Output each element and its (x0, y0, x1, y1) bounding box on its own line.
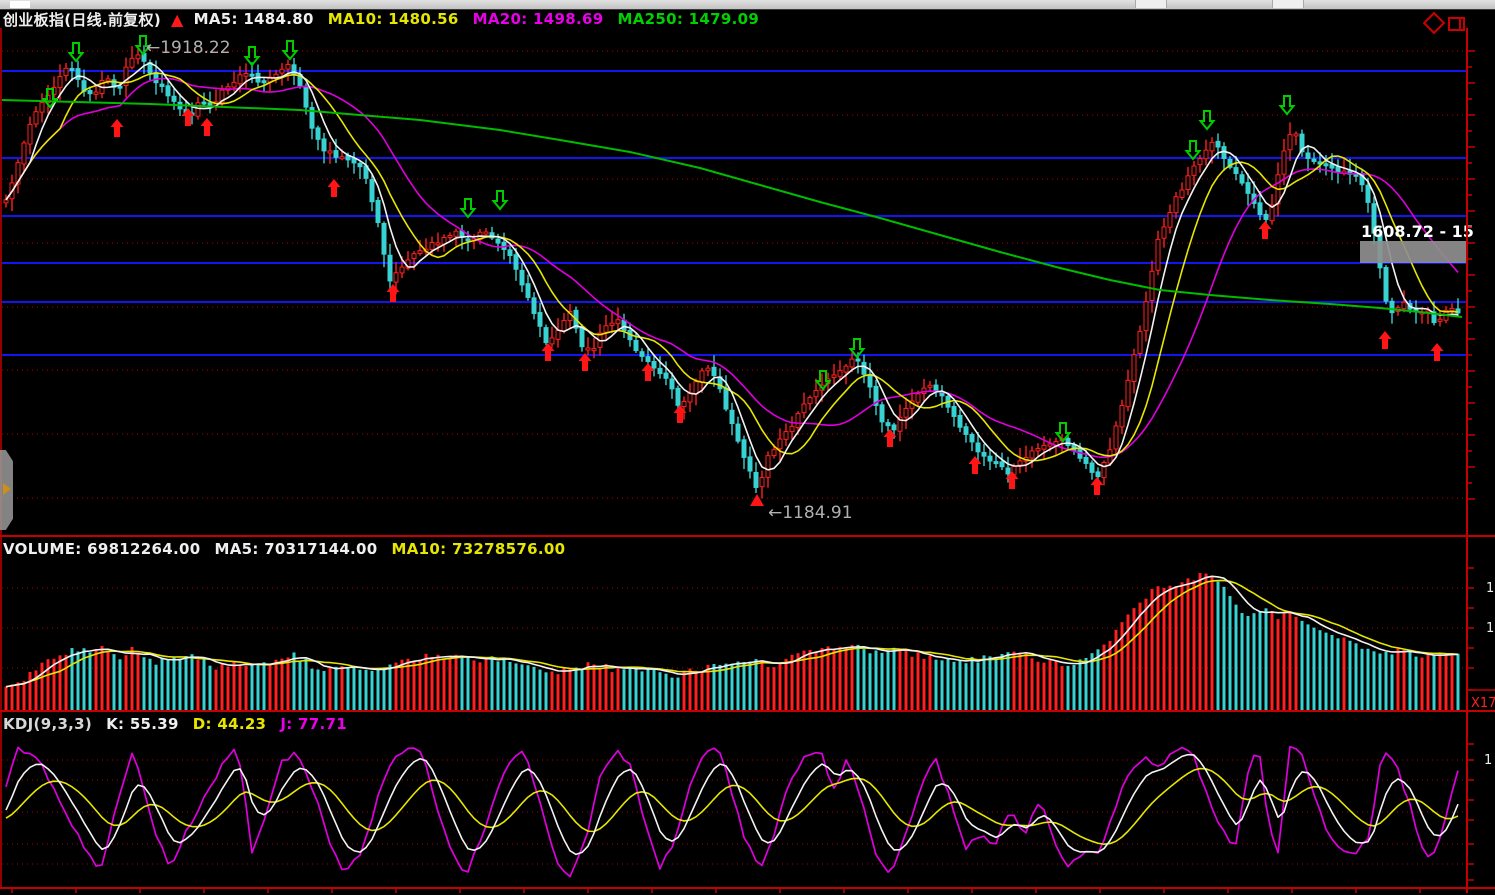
buy-arrow-icon (201, 118, 214, 136)
ma250-value: MA250: 1479.09 (617, 10, 759, 28)
buy-arrow-icon (1259, 221, 1272, 239)
buy-arrow-icon (969, 456, 982, 474)
chart-application-window: 创业板指(日线.前复权) ▲ MA5: 1484.80 MA10: 1480.5… (0, 0, 1495, 895)
main-chart-header: 创业板指(日线.前复权) ▲ MA5: 1484.80 MA10: 1480.5… (3, 9, 759, 29)
price-annotations: ←1918.22 ←1184.91 1608.72 - 15 (146, 38, 1474, 523)
sell-arrow-icon (494, 191, 507, 209)
volume-pane-header: VOLUME: 69812264.00 MA5: 70317144.00 MA1… (3, 539, 565, 559)
split-window-icon[interactable] (1448, 17, 1465, 31)
trade-signal-arrows (44, 36, 1444, 495)
buy-arrow-icon (387, 284, 400, 302)
chart-canvas[interactable]: ←1918.22 ←1184.91 1608.72 - 15 X17 1 1 1 (0, 0, 1495, 895)
up-arrow-icon: ▲ (171, 10, 184, 29)
sell-arrow-icon (1187, 141, 1200, 159)
sell-arrow-icon (284, 41, 297, 59)
svg-text:1: 1 (1484, 753, 1492, 768)
kdj-pane-header: KDJ(9,3,3) K: 55.39 D: 44.23 J: 77.71 (3, 714, 347, 734)
ma20-value: MA20: 1498.69 (473, 10, 604, 28)
svg-text:←1184.91: ←1184.91 (768, 503, 853, 523)
svg-text:1: 1 (1486, 581, 1494, 596)
buy-arrow-icon (328, 179, 341, 197)
sell-arrow-icon (1201, 111, 1214, 129)
buy-arrow-icon (1431, 343, 1444, 361)
svg-text:1: 1 (1486, 621, 1494, 636)
volume-ma10-value: MA10: 73278576.00 (392, 540, 566, 558)
buy-arrow-icon (1379, 331, 1392, 349)
buy-arrow-icon (111, 119, 124, 137)
kdj-j-value: J: 77.71 (280, 715, 347, 733)
collapsed-sidebar-tab[interactable] (0, 450, 13, 530)
volume-series (5, 573, 1460, 710)
sell-arrow-icon (462, 199, 475, 217)
kdj-k-value: K: 55.39 (106, 715, 179, 733)
svg-text:←1918.22: ←1918.22 (146, 38, 231, 58)
ma5-value: MA5: 1484.80 (194, 10, 314, 28)
ma10-value: MA10: 1480.56 (328, 10, 459, 28)
kdj-indicator-name[interactable]: KDJ(9,3,3) (3, 715, 92, 733)
expand-arrow-icon (3, 483, 11, 495)
svg-text:1608.72 - 15: 1608.72 - 15 (1361, 222, 1474, 241)
symbol-title[interactable]: 创业板指(日线.前复权) (3, 9, 161, 30)
sell-arrow-icon (1281, 96, 1294, 114)
kdj-d-value: D: 44.23 (193, 715, 267, 733)
volume-ma5-value: MA5: 70317144.00 (214, 540, 377, 558)
volume-value: VOLUME: 69812264.00 (3, 540, 200, 558)
candlestick-series (4, 45, 1460, 498)
range-tooltip-band (1360, 241, 1467, 263)
sell-arrow-icon (70, 43, 83, 61)
svg-text:X17: X17 (1471, 696, 1495, 711)
